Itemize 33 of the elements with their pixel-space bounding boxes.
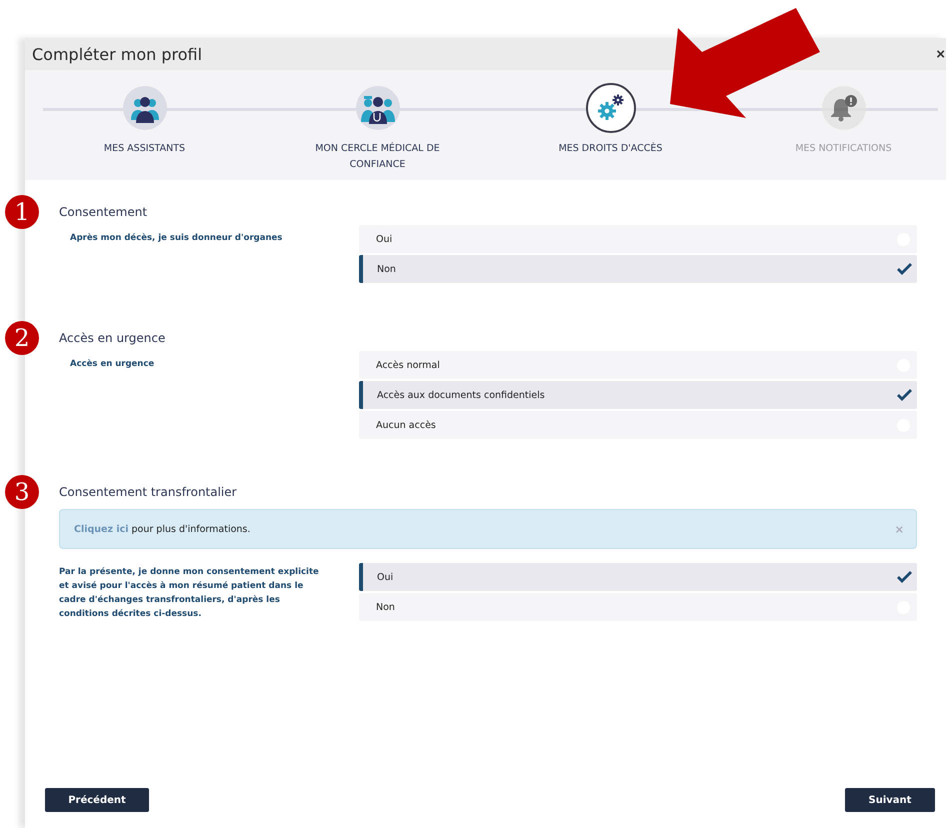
alert-text: Cliquez ici pour plus d'informations. xyxy=(74,524,250,534)
choice-option[interactable]: Accès normal xyxy=(359,351,917,379)
question-label: Accès en urgence xyxy=(69,358,156,371)
step-label: MES ASSISTANTS xyxy=(102,142,186,156)
next-button[interactable]: Suivant xyxy=(845,788,935,812)
question-label: Après mon décès, je suis donneur d'organes xyxy=(69,232,284,245)
step-circle[interactable] xyxy=(356,86,400,130)
number-marker: 1 xyxy=(5,195,39,229)
checkmark-icon xyxy=(897,263,912,275)
question-label: Par la présente, je donne mon consentement explicite et avisé pour l'accès à mon résumé patient dans le cadre d'échanges transfrontaliers, d'après les conditions décrites ci-dessus. xyxy=(59,566,320,621)
choice-option[interactable]: Non xyxy=(359,593,917,621)
step-label: MES DROITS D'ACCÈS xyxy=(558,141,664,156)
close-button[interactable]: × xyxy=(936,46,945,62)
dialog-title: Compléter mon profil xyxy=(32,44,202,64)
choice-option[interactable]: Oui xyxy=(359,225,917,253)
step-label: MES NOTIFICATIONS xyxy=(794,142,893,156)
section-title: Consentement transfrontalier xyxy=(59,485,238,499)
previous-button[interactable]: Précédent xyxy=(45,788,149,812)
step-circle[interactable] xyxy=(122,86,166,130)
section-title: Consentement xyxy=(59,205,148,219)
choice-option[interactable]: Non xyxy=(359,255,917,283)
number-marker: 3 xyxy=(5,475,39,509)
checkmark-icon xyxy=(897,571,912,583)
step-circle[interactable] xyxy=(586,83,636,133)
section-title: Accès en urgence xyxy=(59,331,166,345)
bell-alert-icon xyxy=(828,94,858,122)
gears-icon xyxy=(596,93,626,123)
choice-option[interactable]: Oui xyxy=(359,563,917,591)
choice-option[interactable]: Accès aux documents confidentiels xyxy=(359,381,917,409)
choice-option[interactable]: Aucun accès xyxy=(359,411,917,439)
step-label: MON CERCLE MÉDICAL DE CONFIANCE xyxy=(314,141,441,172)
number-marker: 2 xyxy=(5,321,39,355)
checkmark-icon xyxy=(897,389,912,401)
